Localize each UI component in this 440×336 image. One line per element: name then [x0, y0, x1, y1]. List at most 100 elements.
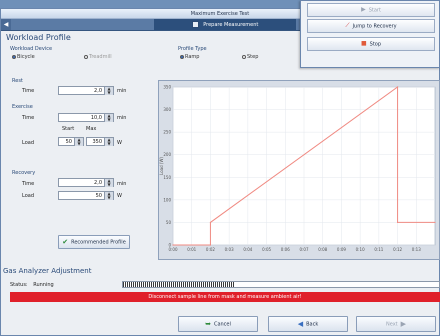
y-tick-label: 300	[163, 107, 171, 112]
next-button[interactable]: Next ▶	[356, 316, 436, 332]
recommended-profile-label: Recommended Profile	[71, 239, 126, 246]
status-value: Running	[33, 282, 54, 288]
profile-type-label: Profile Type	[178, 46, 207, 52]
rest-time-label: Time	[22, 88, 35, 94]
stop-button[interactable]: ■ Stop	[307, 37, 435, 51]
rest-time-unit: min	[117, 88, 127, 94]
x-tick-label: 0:07	[300, 247, 309, 252]
start-button[interactable]: ▶ Start	[307, 3, 435, 17]
warning-message: Disconnect sample line from mask and mea…	[10, 292, 440, 302]
radio-ramp-label: Ramp	[185, 54, 200, 60]
x-tick-label: 0:05	[262, 247, 271, 252]
y-tick-label: 250	[163, 130, 171, 135]
ramp-down-icon: ⟋	[345, 22, 350, 29]
gas-analyzer-status: Status: Running	[10, 282, 54, 288]
recovery-load-input[interactable]: 50 ▲ ▼	[58, 191, 114, 200]
radio-bicycle-label: Bicycle	[17, 54, 35, 60]
recovery-load-label: Load	[22, 193, 34, 199]
x-tick-label: 0:10	[356, 247, 365, 252]
spinner-arrows-icon[interactable]: ▲ ▼	[104, 87, 113, 95]
recovery-load-value: 50	[95, 193, 102, 199]
tab-prepare-measurement-label: Prepare Measurement	[203, 22, 259, 28]
cancel-button[interactable]: ➥ Cancel	[178, 316, 258, 332]
play-icon: ▶	[361, 6, 366, 13]
load-start-label: Start	[62, 126, 75, 132]
next-label: Next	[385, 321, 398, 328]
load-start-input[interactable]: 50 ▲ ▼	[58, 137, 84, 146]
stop-icon: ■	[360, 40, 367, 47]
tab-previous[interactable]	[11, 19, 154, 30]
exercise-time-unit: min	[117, 115, 127, 121]
x-tick-label: 0:01	[187, 247, 196, 252]
progress-fill	[123, 282, 234, 287]
radio-dot	[180, 54, 184, 59]
x-tick-label: 0:13	[412, 247, 421, 252]
series-point	[209, 221, 212, 224]
rest-time-input[interactable]: 2,0 ▲ ▼	[58, 86, 114, 95]
spinner-arrows-icon[interactable]: ▲ ▼	[104, 138, 113, 146]
spinner-arrows-icon[interactable]: ▲ ▼	[104, 179, 113, 187]
rest-label: Rest	[12, 78, 23, 84]
radio-dot	[242, 54, 246, 59]
recovery-time-unit: min	[117, 181, 127, 187]
series-point	[172, 244, 174, 246]
y-tick-label: 50	[166, 220, 172, 225]
tab-back-arrow-icon[interactable]: ◀	[1, 19, 11, 30]
exercise-label: Exercise	[12, 104, 33, 110]
radio-step[interactable]: Step	[242, 54, 258, 60]
load-max-input[interactable]: 350 ▲ ▼	[86, 137, 114, 146]
spinner-arrows-icon[interactable]: ▲ ▼	[74, 138, 83, 146]
tab-prepare-measurement[interactable]: Prepare Measurement	[153, 19, 297, 30]
workload-device-label: Workload Device	[10, 46, 53, 52]
gas-analyzer-progress	[122, 281, 440, 288]
y-tick-label: 200	[163, 152, 171, 157]
x-tick-label: 0:00	[169, 247, 178, 252]
recovery-time-value: 2,0	[94, 180, 102, 186]
exercise-load-label: Load	[22, 140, 34, 146]
measurement-icon	[191, 21, 199, 28]
recommended-profile-button[interactable]: ✔ Recommended Profile	[58, 235, 130, 249]
stop-label: Stop	[369, 41, 382, 48]
spinner-arrows-icon[interactable]: ▲ ▼	[104, 192, 113, 200]
gas-analyzer-title: Gas Analyzer Adjustment	[3, 267, 92, 275]
rest-time-value: 2,0	[94, 88, 102, 94]
y-tick-label: 350	[163, 85, 171, 90]
exercise-time-label: Time	[22, 115, 35, 121]
y-tick-label: 150	[163, 175, 171, 180]
y-axis-label: Load (W)	[159, 157, 164, 175]
workload-profile-title: Workload Profile	[6, 33, 71, 42]
series-point	[396, 221, 399, 224]
radio-step-label: Step	[247, 54, 259, 60]
recovery-time-input[interactable]: 2,0 ▲ ▼	[58, 178, 114, 187]
exercise-time-input[interactable]: 10,0 ▲ ▼	[58, 113, 114, 122]
series-point	[434, 221, 436, 224]
back-button[interactable]: ◀ Back	[268, 316, 348, 332]
series-point	[209, 244, 212, 246]
load-max-label: Max	[86, 126, 97, 132]
cancel-arrow-icon: ➥	[205, 320, 211, 328]
x-tick-label: 0:12	[393, 247, 402, 252]
load-start-value: 50	[65, 139, 72, 145]
radio-ramp[interactable]: Ramp	[180, 54, 199, 60]
check-icon: ✔	[62, 238, 69, 246]
cancel-label: Cancel	[213, 321, 231, 328]
radio-treadmill[interactable]: Treadmill	[84, 54, 112, 60]
spinner-arrows-icon[interactable]: ▲ ▼	[104, 114, 113, 122]
recovery-time-label: Time	[22, 181, 35, 187]
radio-dot	[12, 54, 16, 59]
workload-chart-svg: 0:00 0:01 0:02 0:03 0:04 0:05 0:06 0:07 0:08 0:09…	[159, 85, 436, 252]
x-tick-label: 0:06	[281, 247, 290, 252]
status-label: Status:	[10, 282, 28, 288]
x-tick-label: 0:08	[318, 247, 327, 252]
back-label: Back	[306, 321, 319, 328]
jump-to-recovery-button[interactable]: ⟋ Jump to Recovery	[307, 19, 435, 33]
jump-to-recovery-label: Jump to Recovery	[352, 23, 397, 30]
x-tick-label: 0:04	[243, 247, 252, 252]
workload-chart: 0:00 0:01 0:02 0:03 0:04 0:05 0:06 0:07 0:08 0:09…	[158, 80, 440, 260]
measurement-control-dialog: ▶ Start ⟋ Jump to Recovery ■ Stop	[300, 0, 440, 68]
series-point	[396, 86, 399, 88]
x-tick-label: 0:03	[225, 247, 234, 252]
x-tick-label: 0:09	[337, 247, 346, 252]
radio-bicycle[interactable]: Bicycle	[12, 54, 35, 60]
next-arrow-icon: ▶	[400, 320, 407, 328]
